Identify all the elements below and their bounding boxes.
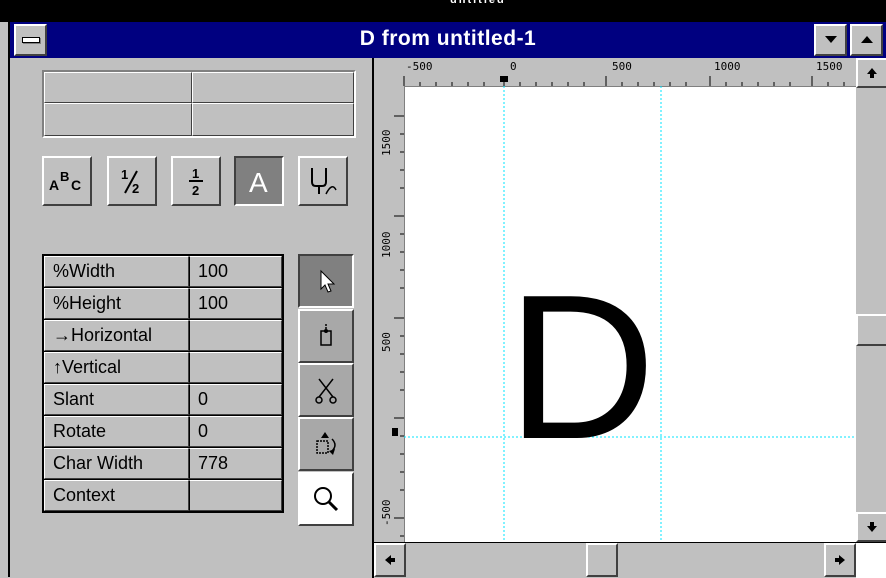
knife-tool-button[interactable] [298,363,354,417]
property-row: Rotate 0 [44,416,282,448]
fraction-stacked-icon: 1 2 [189,166,203,198]
svg-text:2: 2 [132,181,139,196]
property-row: Char Width 778 [44,448,282,480]
scroll-right-button[interactable] [824,543,856,577]
svg-text:2: 2 [192,183,199,198]
svg-text:1: 1 [192,166,199,181]
property-label-char-width: Char Width [44,448,189,479]
property-label-vertical: ↑Vertical [44,352,189,383]
vertical-scrollbar[interactable] [856,58,886,542]
svg-text:A: A [249,167,268,197]
property-value-width[interactable]: 100 [189,256,282,287]
property-value-height[interactable]: 100 [189,288,282,319]
maximize-icon [860,36,873,43]
property-row: Context [44,480,282,511]
property-label-slant: Slant [44,384,189,415]
right-arrow-icon [835,555,845,565]
pen-curve-icon [311,168,337,195]
svg-text:1: 1 [121,167,128,182]
node-tool-button[interactable] [298,309,354,363]
fraction-diagonal-icon: 1 2 [121,167,139,196]
character-icon: A [249,167,268,197]
property-value-slant[interactable]: 0 [189,384,282,415]
info-cell [192,72,354,103]
desktop-background: untitled [0,0,886,22]
node-icon [320,324,332,346]
pen-mode-button[interactable] [298,156,348,206]
up-arrow-icon: ↑ [53,357,62,377]
background-window-title: untitled [450,0,506,6]
window-title: D from untitled-1 [359,27,537,50]
property-label-horizontal-text: Horizontal [71,325,153,345]
property-row: %Height 100 [44,288,282,320]
minimize-button[interactable] [814,24,847,56]
svg-text:A: A [49,177,59,193]
property-row: %Width 100 [44,256,282,288]
scroll-down-button[interactable] [856,512,886,542]
scroll-up-button[interactable] [856,58,886,88]
info-cell [44,72,192,103]
fraction-diagonal-button[interactable]: 1 2 [107,156,157,206]
left-arrow-icon [385,555,395,565]
property-label-rotate: Rotate [44,416,189,447]
property-value-horizontal[interactable] [189,320,282,351]
minimize-icon [824,36,837,43]
property-value-rotate[interactable]: 0 [189,416,282,447]
scrollbar-corner [856,542,886,578]
right-arrow-icon: → [53,325,71,345]
character-mode-button[interactable]: A [234,156,284,206]
font-editor-window: D from untitled-1 A B C 1 2 1 2 A %Width… [8,22,886,578]
info-cell [192,103,354,136]
glyph-character[interactable]: D [507,252,656,482]
vertical-scroll-thumb[interactable] [856,314,886,346]
scissors-icon [315,378,337,404]
property-label-width: %Width [44,256,189,287]
transform-tool-button[interactable] [298,417,354,471]
glyph-properties-panel: A B C 1 2 1 2 A %Width 100 %Height 100 →… [10,58,372,577]
property-value-context[interactable] [189,480,282,511]
scroll-left-button[interactable] [374,543,406,577]
property-label-vertical-text: Vertical [62,357,122,377]
glyph-properties-table: %Width 100 %Height 100 →Horizontal ↑Vert… [42,254,284,513]
property-row: Slant 0 [44,384,282,416]
svg-text:C: C [71,177,81,193]
pointer-tool-button[interactable] [298,254,354,308]
magnifier-icon [314,487,339,512]
property-label-horizontal: →Horizontal [44,320,189,351]
zoom-tool-button[interactable] [298,472,354,526]
property-row: ↑Vertical [44,352,282,384]
arrow-pointer-icon [320,269,336,293]
property-value-vertical[interactable] [189,352,282,383]
svg-text:B: B [60,169,69,184]
glyph-outline[interactable]: D [374,58,858,542]
fraction-stacked-button[interactable]: 1 2 [171,156,221,206]
glyph-canvas[interactable]: -500 0 500 1000 1500 1500 1000 500 -500 [372,58,858,542]
superscript-mode-button[interactable]: A B C [42,156,92,206]
horizontal-scrollbar[interactable] [372,542,858,578]
property-label-context: Context [44,480,189,511]
property-row: →Horizontal [44,320,282,352]
property-value-char-width[interactable]: 778 [189,448,282,479]
maximize-button[interactable] [850,24,883,56]
title-bar[interactable]: D from untitled-1 [10,22,886,58]
info-grid [42,70,356,138]
abc-superscript-icon: A B C [49,169,81,193]
rotate-nodes-icon [316,432,336,455]
horizontal-scroll-thumb[interactable] [586,543,618,577]
property-label-height: %Height [44,288,189,319]
info-cell [44,103,192,136]
up-arrow-icon [867,68,877,78]
down-arrow-icon [867,522,877,532]
